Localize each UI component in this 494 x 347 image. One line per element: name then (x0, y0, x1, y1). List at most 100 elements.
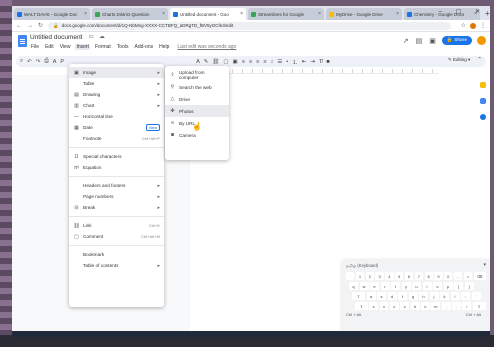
keyboard-key[interactable]: [ (454, 282, 463, 290)
undo-icon[interactable]: ↶ (27, 59, 32, 65)
keyboard-key[interactable]: 8 (424, 272, 433, 280)
search-menus-icon[interactable]: ⌕ (20, 58, 23, 65)
spellcheck-icon[interactable]: A (53, 59, 57, 65)
menu-item-page-numbers[interactable]: Page numbers ▸ (69, 191, 164, 202)
docs-logo-icon[interactable] (18, 35, 27, 47)
keyboard-key[interactable]: p (443, 282, 453, 290)
keyboard-key[interactable]: 2 (365, 272, 374, 280)
keyboard-key[interactable]: 4 (385, 272, 394, 280)
share-button[interactable]: 🔒 Share (441, 36, 472, 45)
menu-help[interactable]: Help (158, 44, 170, 50)
menu-item-bookmark[interactable]: Bookmark (69, 249, 164, 260)
numbered-list-icon[interactable]: ⒈ (292, 58, 298, 66)
keyboard-key[interactable]: s (377, 292, 386, 300)
menu-item-link[interactable]: ⛓ Link Ctrl+K (69, 220, 164, 231)
bulleted-list-icon[interactable]: • (286, 59, 288, 65)
avatar[interactable] (477, 36, 486, 45)
menu-view[interactable]: View (59, 44, 72, 50)
keyboard-key[interactable]: j (429, 292, 439, 300)
ruler[interactable] (212, 69, 438, 74)
meet-icon[interactable]: ▣ (429, 37, 436, 45)
menu-item-break[interactable]: ⊟ Break ▸ (69, 202, 164, 213)
checklist-icon[interactable]: ☰ (277, 59, 282, 65)
menu-item-image[interactable]: ▣ Image ▸ (69, 67, 164, 78)
menu-item-table[interactable]: Table ▸ (69, 78, 164, 89)
keyboard-key[interactable]: / (462, 302, 472, 310)
window-controls[interactable]: – ▢ ✕ (439, 8, 486, 15)
input-tools-icon[interactable]: ■ (326, 59, 329, 65)
menu-item-headers-and-footers[interactable]: Headers and footers ▸ (69, 180, 164, 191)
align-left-icon[interactable]: ≡ (242, 59, 245, 65)
insert-image-icon[interactable]: ▣ (233, 59, 238, 65)
browser-tab[interactable]: WALT DAHS - Google Doc × (14, 8, 90, 20)
menu-item-equation[interactable]: π² Equation (69, 162, 164, 173)
menu-item-chart[interactable]: ▥ Chart ▸ (69, 100, 164, 111)
tab-close-icon[interactable]: × (162, 11, 165, 17)
keyboard-key[interactable]: r (380, 282, 390, 290)
editing-mode-dropdown[interactable]: ✎ Editing ▾ (448, 57, 470, 63)
keyboard-key[interactable]: g (408, 292, 418, 300)
menu-file[interactable]: File (30, 44, 40, 50)
browser-tab[interactable]: Charts District Question × (92, 8, 168, 20)
increase-indent-icon[interactable]: ⇥ (310, 59, 315, 65)
keyboard-key[interactable]: b (410, 302, 420, 310)
paint-format-icon[interactable]: P (60, 59, 64, 65)
keyboard-key[interactable]: x (379, 302, 389, 310)
keyboard-key[interactable]: 9 (434, 272, 443, 280)
menu-addons[interactable]: Add-ons (133, 44, 154, 50)
add-comment-icon[interactable]: ▢ (223, 59, 228, 65)
menu-item-footnote[interactable]: Footnote Ctrl+Alt+F (69, 133, 164, 144)
keyboard-key[interactable]: 3 (375, 272, 384, 280)
keyboard-key[interactable]: z (369, 302, 379, 310)
keyboard-key[interactable]: e (370, 282, 379, 290)
keep-icon[interactable] (480, 82, 486, 88)
keyboard-key[interactable]: ] (464, 282, 474, 290)
menu-item-upload-from-computer[interactable]: ⇪ Upload from computer (165, 69, 229, 81)
align-center-icon[interactable]: ≡ (249, 59, 252, 65)
menu-tools[interactable]: Tools (116, 44, 130, 50)
keyboard-key[interactable]: ⌫ (473, 272, 486, 280)
menu-item-comment[interactable]: ▢ Comment Ctrl+Alt+M (69, 231, 164, 242)
document-title[interactable]: Untitled document (30, 34, 82, 41)
keyboard-key[interactable]: ` (346, 272, 355, 280)
menu-item-drive[interactable]: △ Drive (165, 93, 229, 105)
keyboard-key[interactable]: - (453, 272, 463, 280)
menu-insert[interactable]: Insert (75, 44, 90, 50)
keyboard-key[interactable]: d (387, 292, 397, 300)
keyboard-key[interactable]: a (366, 292, 376, 300)
align-right-icon[interactable]: ≡ (256, 59, 259, 65)
last-edit-link[interactable]: Last edit was seconds ago (176, 44, 237, 50)
move-folder-icon[interactable]: ▭ (88, 34, 95, 40)
comment-history-icon[interactable]: ▤ (416, 37, 423, 45)
text-color-icon[interactable]: A (196, 59, 200, 65)
keyboard-key[interactable]: w (359, 282, 369, 290)
star-doc-icon[interactable]: ☆ (78, 34, 85, 40)
star-icon[interactable]: ☆ (461, 22, 466, 29)
keyboard-key[interactable]: = (463, 272, 473, 280)
tab-close-icon[interactable]: × (240, 11, 243, 17)
keyboard-key[interactable]: y (401, 282, 411, 290)
keyboard-footer-left[interactable]: Ctrl + Alt (346, 312, 361, 317)
browser-tab[interactable]: MyDrive - Google Drive × (326, 8, 402, 20)
menu-edit[interactable]: Edit (44, 44, 55, 50)
keyboard-key[interactable]: h (419, 292, 428, 300)
keyboard-key[interactable]: k (440, 292, 449, 300)
keyboard-key[interactable]: ⇧ (472, 302, 486, 310)
url-input[interactable]: 🔒 docs.google.com/document/d/1Q-NbMng-XX… (48, 21, 451, 30)
keyboard-key[interactable]: 6 (404, 272, 414, 280)
justify-icon[interactable]: ≡ (263, 59, 266, 65)
keyboard-key[interactable]: v (400, 302, 410, 310)
keyboard-key[interactable]: ⇧ (355, 302, 368, 310)
keyboard-key[interactable]: 0 (444, 272, 453, 280)
keyboard-key[interactable]: q (349, 282, 358, 290)
keyboard-key[interactable]: n (421, 302, 430, 310)
highlight-icon[interactable]: ✎ (204, 59, 209, 65)
keyboard-key[interactable]: 7 (414, 272, 423, 280)
keyboard-key[interactable]: ' (471, 292, 481, 300)
keyboard-footer-right[interactable]: Ctrl + Alt (466, 312, 481, 317)
menu-item-search-the-web[interactable]: ⚲ Search the web (165, 81, 229, 93)
menu-format[interactable]: Format (94, 44, 112, 50)
reload-icon[interactable]: ↻ (38, 22, 43, 29)
forward-icon[interactable]: → (27, 23, 33, 29)
keyboard-key[interactable]: c (389, 302, 399, 310)
